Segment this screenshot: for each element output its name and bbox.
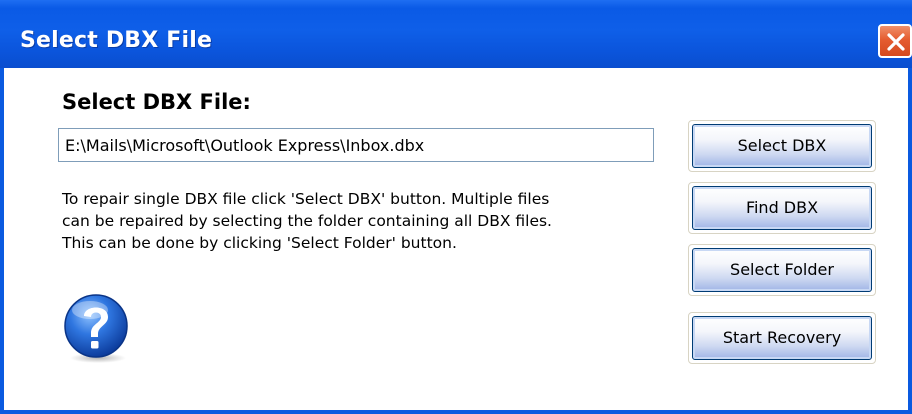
close-button[interactable] <box>878 24 912 58</box>
help-line: can be repaired by selecting the folder … <box>62 212 552 230</box>
help-line: To repair single DBX file click 'Select … <box>62 190 550 208</box>
dialog-body: Select DBX File: To repair single DBX fi… <box>4 68 908 410</box>
close-icon <box>887 33 905 51</box>
help-text: To repair single DBX file click 'Select … <box>62 188 674 254</box>
find-dbx-button[interactable]: Find DBX <box>692 186 872 230</box>
dbx-path-input[interactable] <box>58 128 654 162</box>
title-bar[interactable]: Select DBX File <box>0 0 912 68</box>
dialog-window: Select DBX File Select DBX File: To repa… <box>0 0 912 414</box>
select-folder-button[interactable]: Select Folder <box>692 248 872 292</box>
window-title: Select DBX File <box>20 28 213 53</box>
help-line: This can be done by clicking 'Select Fol… <box>62 234 457 252</box>
select-dbx-button[interactable]: Select DBX <box>692 124 872 168</box>
form-heading: Select DBX File: <box>62 90 251 114</box>
start-recovery-button[interactable]: Start Recovery <box>692 316 872 360</box>
question-mark-icon <box>60 292 132 364</box>
